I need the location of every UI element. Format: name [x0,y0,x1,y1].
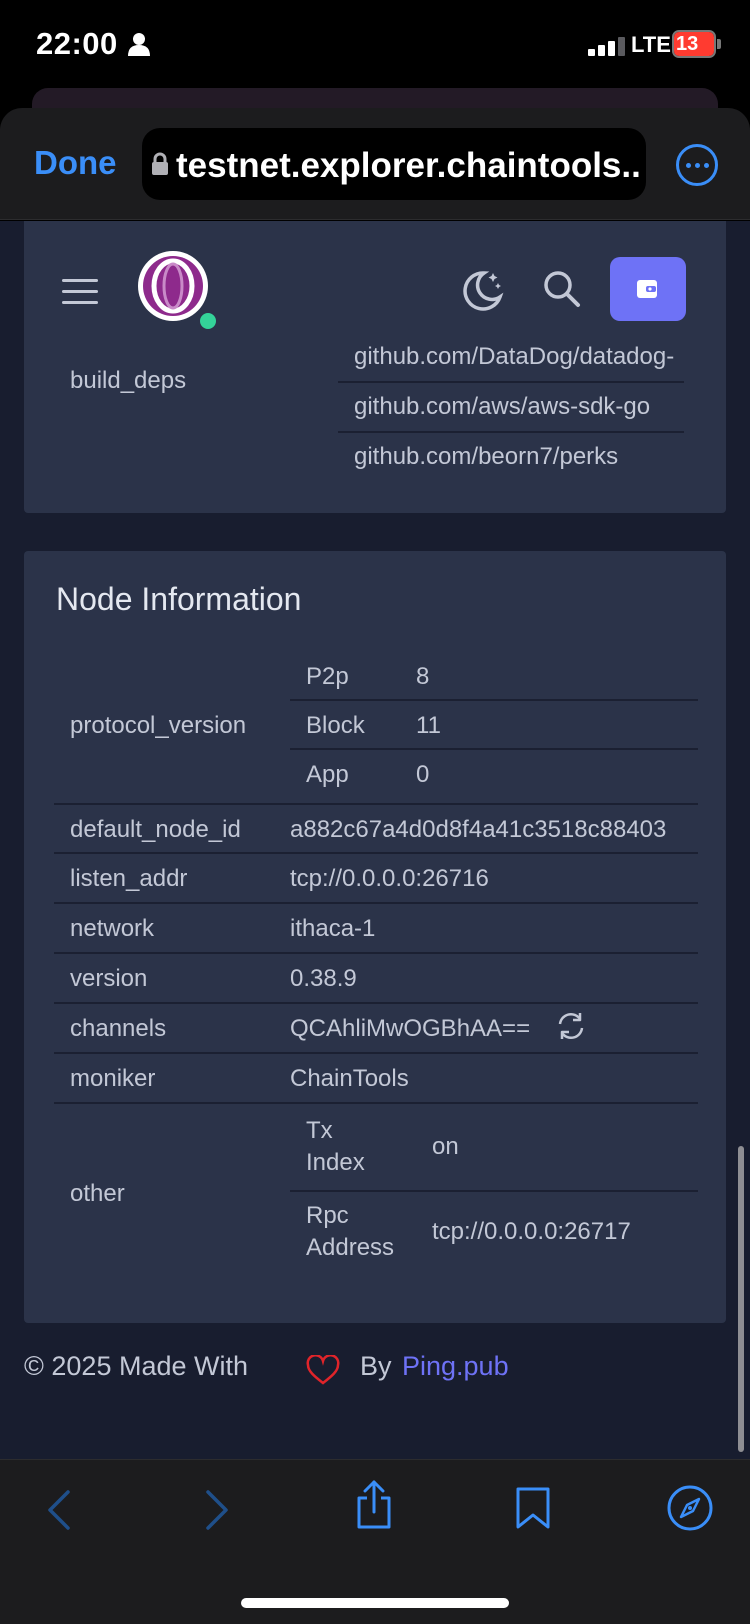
other-label-tx-index-line2: Index [306,1149,365,1176]
row-key-network: network [70,915,155,942]
other-label-rpc-address-line1: Rpc [306,1202,349,1229]
network-type: LTE [631,32,671,57]
other-label-rpc-address-line2: Address [306,1234,395,1261]
other-value-rpc-address: tcp://0.0.0.0:26717 [432,1218,631,1245]
row-value-default-node-id: a882c67a4d0d8f4a41c3518c88403 [290,816,667,843]
home-indicator [241,1598,509,1608]
forward-icon[interactable] [202,1488,232,1532]
protocol-label-app: App [306,761,349,788]
safari-compass-icon[interactable] [666,1484,714,1532]
build-dep-item: github.com/DataDog/datadog- [354,343,675,370]
row-value-listen-addr: tcp://0.0.0.0:26716 [290,865,489,892]
share-icon[interactable] [354,1480,394,1530]
online-status-dot [200,313,216,329]
build-info-card: build_deps github.com/DataDog/datadog- g… [24,221,726,513]
status-time: 22:00 [36,26,118,61]
status-bar: 22:00 LTE 13 [0,0,750,92]
url-text: testnet.explorer.chaintools.... [176,146,642,185]
lock-icon [152,152,168,175]
row-key-channels: channels [70,1015,167,1042]
url-bar[interactable]: testnet.explorer.chaintools.... [142,128,646,200]
chain-logo[interactable] [136,249,216,329]
row-value-moniker: ChainTools [290,1065,409,1092]
wallet-icon [637,280,657,298]
web-page: build_deps github.com/DataDog/datadog- g… [0,221,750,1459]
done-button[interactable]: Done [34,144,117,182]
battery-icon: 13 [672,30,722,58]
build-deps-key: build_deps [70,367,187,394]
heart-icon [306,1355,340,1385]
more-options-icon[interactable] [676,144,718,186]
menu-icon[interactable] [62,279,98,307]
other-key: other [70,1180,125,1207]
build-dep-item: github.com/aws/aws-sdk-go [354,393,651,420]
protocol-value-p2p: 8 [416,663,430,690]
refresh-icon[interactable] [556,1011,586,1041]
browser-header: Done testnet.explorer.chaintools.... [0,108,750,220]
build-dep-item: github.com/beorn7/perks [354,443,619,470]
row-value-network: ithaca-1 [290,915,376,942]
footer-copyright: © 2025 Made With [24,1351,249,1381]
back-icon[interactable] [44,1488,74,1532]
pingpub-link[interactable]: Ping.pub [402,1351,509,1382]
battery-level: 13 [676,33,699,55]
row-key-version: version [70,965,148,992]
footer-by: By [360,1351,392,1381]
other-value-tx-index: on [432,1133,459,1160]
protocol-label-p2p: P2p [306,663,349,690]
protocol-value-block: 11 [416,712,441,739]
person-icon [128,33,150,56]
bookmarks-icon[interactable] [514,1486,552,1530]
wallet-button[interactable] [610,257,686,321]
row-key-default-node-id: default_node_id [70,816,241,843]
other-label-tx-index-line1: Tx [306,1117,333,1144]
build-deps-list: github.com/DataDog/datadog- github.com/a… [338,333,684,483]
row-key-moniker: moniker [70,1065,156,1092]
cellular-signal-icon [588,37,625,56]
chain-logo-icon [138,251,208,321]
node-information-card: Node Information protocol_version P2p 8 … [24,551,726,1323]
protocol-version-key: protocol_version [70,712,247,739]
theme-toggle-moon-icon[interactable] [460,267,504,311]
scrollbar[interactable] [738,1146,744,1452]
protocol-value-app: 0 [416,761,430,788]
row-key-listen-addr: listen_addr [70,865,188,892]
search-icon[interactable] [542,269,582,309]
section-title: Node Information [56,581,302,617]
protocol-label-block: Block [306,712,365,739]
row-value-version: 0.38.9 [290,965,357,992]
row-value-channels: QCAhliMwOGBhAA== [290,1015,531,1042]
